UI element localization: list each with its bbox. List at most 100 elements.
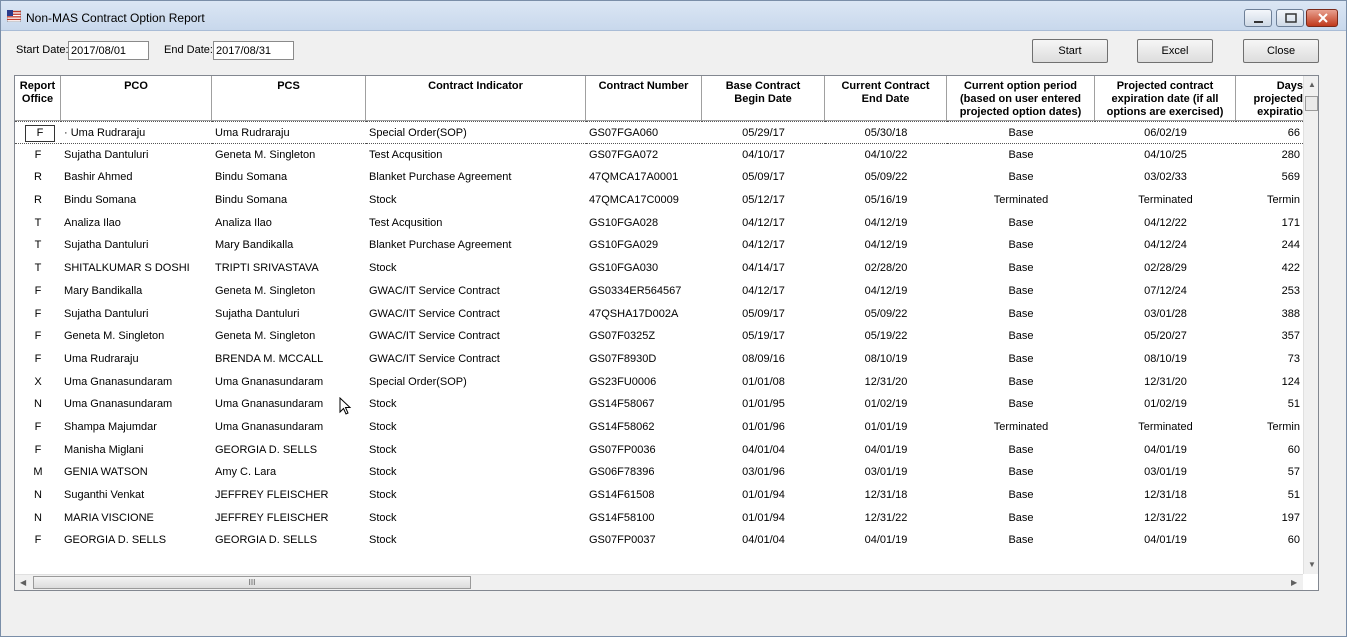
cell-current-end-date[interactable]: 05/19/22: [825, 325, 947, 348]
cell-projected-expiration[interactable]: 02/28/29: [1095, 257, 1236, 280]
cell-contract-number[interactable]: GS14F58100: [586, 507, 702, 530]
table-row[interactable]: T SHITALKUMAR S DOSHI TRIPTI SRIVASTAVA Sto…: [15, 257, 1303, 280]
cell-contract-number[interactable]: GS07FGA060: [586, 121, 702, 144]
cell-report-office[interactable]: T: [15, 234, 61, 257]
cell-contract-number[interactable]: GS07FGA072: [586, 144, 702, 167]
vertical-scroll-thumb[interactable]: [1305, 96, 1318, 111]
cell-contract-number[interactable]: 47QMCA17C0009: [586, 189, 702, 212]
cell-pco[interactable]: Uma Gnanasundaram: [61, 371, 212, 394]
cell-pcs[interactable]: Sujatha Dantuluri: [212, 303, 366, 326]
cell-report-office[interactable]: N: [15, 393, 61, 416]
cell-pco[interactable]: Mary Bandikalla: [61, 280, 212, 303]
cell-base-begin-date[interactable]: 01/01/94: [702, 507, 825, 530]
cell-days-projected[interactable]: 569: [1236, 166, 1303, 189]
table-row[interactable]: M GENIA WATSON Amy C. Lara Stock GS06F78396 0…: [15, 461, 1303, 484]
cell-projected-expiration[interactable]: 03/02/33: [1095, 166, 1236, 189]
cell-current-option-period[interactable]: Base: [947, 121, 1095, 144]
cell-base-begin-date[interactable]: 04/01/04: [702, 529, 825, 552]
table-row[interactable]: T Analiza Ilao Analiza Ilao Test Acqusition…: [15, 212, 1303, 235]
cell-report-office[interactable]: R: [15, 166, 61, 189]
cell-pco[interactable]: Uma Rudraraju: [61, 348, 212, 371]
column-header-pco[interactable]: PCO: [61, 76, 212, 121]
cell-current-option-period[interactable]: Base: [947, 144, 1095, 167]
cell-base-begin-date[interactable]: 05/09/17: [702, 303, 825, 326]
cell-projected-expiration[interactable]: 03/01/28: [1095, 303, 1236, 326]
cell-current-option-period[interactable]: Terminated: [947, 189, 1095, 212]
column-header-days-projected[interactable]: Days projected expiratio: [1236, 76, 1303, 121]
column-header-base-begin-date[interactable]: Base Contract Begin Date: [702, 76, 825, 121]
cell-base-begin-date[interactable]: 01/01/08: [702, 371, 825, 394]
cell-projected-expiration[interactable]: 12/31/18: [1095, 484, 1236, 507]
cell-pcs[interactable]: Uma Gnanasundaram: [212, 371, 366, 394]
cell-report-office[interactable]: R: [15, 189, 61, 212]
cell-current-end-date[interactable]: 04/01/19: [825, 439, 947, 462]
focused-cell-indicator[interactable]: F: [25, 125, 55, 142]
cell-pcs[interactable]: BRENDA M. MCCALL: [212, 348, 366, 371]
cell-pcs[interactable]: Uma Gnanasundaram: [212, 416, 366, 439]
cell-pcs[interactable]: Geneta M. Singleton: [212, 325, 366, 348]
cell-current-option-period[interactable]: Base: [947, 303, 1095, 326]
cell-contract-indicator[interactable]: GWAC/IT Service Contract: [366, 303, 586, 326]
cell-pcs[interactable]: Geneta M. Singleton: [212, 280, 366, 303]
cell-pcs[interactable]: Amy C. Lara: [212, 461, 366, 484]
cell-base-begin-date[interactable]: 04/12/17: [702, 234, 825, 257]
table-row[interactable]: F Mary Bandikalla Geneta M. Singleton GWAC/…: [15, 280, 1303, 303]
cell-days-projected[interactable]: 60: [1236, 439, 1303, 462]
cell-contract-number[interactable]: 47QMCA17A0001: [586, 166, 702, 189]
cell-contract-number[interactable]: GS14F58062: [586, 416, 702, 439]
cell-base-begin-date[interactable]: 04/01/04: [702, 439, 825, 462]
cell-base-begin-date[interactable]: 04/14/17: [702, 257, 825, 280]
excel-button[interactable]: Excel: [1137, 39, 1213, 63]
cell-pco[interactable]: Sujatha Dantuluri: [61, 303, 212, 326]
column-header-projected-expiration[interactable]: Projected contract expiration date (if al…: [1095, 76, 1236, 121]
scroll-left-icon[interactable]: ◀: [20, 578, 26, 587]
cell-current-option-period[interactable]: Base: [947, 507, 1095, 530]
cell-days-projected[interactable]: 244: [1236, 234, 1303, 257]
cell-pco[interactable]: · Uma Rudraraju: [61, 121, 212, 144]
cell-contract-indicator[interactable]: Stock: [366, 507, 586, 530]
cell-contract-number[interactable]: GS07FP0036: [586, 439, 702, 462]
cell-current-end-date[interactable]: 02/28/20: [825, 257, 947, 280]
cell-contract-indicator[interactable]: GWAC/IT Service Contract: [366, 325, 586, 348]
start-button[interactable]: Start: [1032, 39, 1108, 63]
cell-current-end-date[interactable]: 04/12/19: [825, 280, 947, 303]
cell-contract-indicator[interactable]: Stock: [366, 461, 586, 484]
cell-pco[interactable]: Shampa Majumdar: [61, 416, 212, 439]
horizontal-scrollbar[interactable]: ◀ III ▶: [15, 574, 1303, 590]
cell-current-end-date[interactable]: 03/01/19: [825, 461, 947, 484]
cell-current-option-period[interactable]: Base: [947, 461, 1095, 484]
cell-current-option-period[interactable]: Base: [947, 348, 1095, 371]
cell-days-projected[interactable]: Termin: [1236, 416, 1303, 439]
cell-current-option-period[interactable]: Base: [947, 257, 1095, 280]
cell-projected-expiration[interactable]: 12/31/20: [1095, 371, 1236, 394]
cell-pcs[interactable]: GEORGIA D. SELLS: [212, 529, 366, 552]
start-date-input[interactable]: [68, 41, 149, 60]
cell-projected-expiration[interactable]: Terminated: [1095, 189, 1236, 212]
cell-days-projected[interactable]: 51: [1236, 484, 1303, 507]
cell-contract-number[interactable]: GS14F61508: [586, 484, 702, 507]
cell-current-option-period[interactable]: Base: [947, 325, 1095, 348]
cell-days-projected[interactable]: 388: [1236, 303, 1303, 326]
cell-pcs[interactable]: TRIPTI SRIVASTAVA: [212, 257, 366, 280]
cell-pcs[interactable]: Bindu Somana: [212, 166, 366, 189]
cell-projected-expiration[interactable]: 04/01/19: [1095, 529, 1236, 552]
cell-contract-indicator[interactable]: Stock: [366, 393, 586, 416]
cell-report-office[interactable]: F: [15, 303, 61, 326]
cell-pcs[interactable]: Uma Rudraraju: [212, 121, 366, 144]
window-close-button[interactable]: [1306, 9, 1338, 27]
cell-pco[interactable]: SHITALKUMAR S DOSHI: [61, 257, 212, 280]
cell-days-projected[interactable]: 422: [1236, 257, 1303, 280]
cell-current-option-period[interactable]: Base: [947, 439, 1095, 462]
cell-current-option-period[interactable]: Terminated: [947, 416, 1095, 439]
cell-projected-expiration[interactable]: Terminated: [1095, 416, 1236, 439]
cell-days-projected[interactable]: 66: [1236, 121, 1303, 144]
cell-current-option-period[interactable]: Base: [947, 212, 1095, 235]
cell-current-option-period[interactable]: Base: [947, 529, 1095, 552]
cell-days-projected[interactable]: 171: [1236, 212, 1303, 235]
cell-current-end-date[interactable]: 04/12/19: [825, 234, 947, 257]
vertical-scrollbar[interactable]: ▲ ▼: [1303, 76, 1318, 574]
cell-contract-number[interactable]: 47QSHA17D002A: [586, 303, 702, 326]
cell-contract-number[interactable]: GS07F0325Z: [586, 325, 702, 348]
maximize-button[interactable]: [1276, 9, 1304, 27]
cell-current-end-date[interactable]: 05/30/18: [825, 121, 947, 144]
